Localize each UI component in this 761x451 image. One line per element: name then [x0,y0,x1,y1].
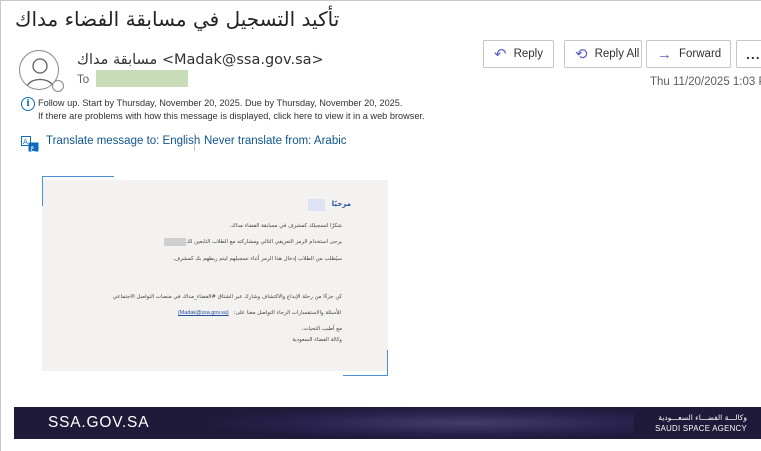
body-line-2: يرجى استخدام الرمز التعريفي التالي ومشار… [176,239,342,245]
svg-text:A: A [23,138,28,146]
body-line-5: للأسئلة والاستفسارات الرجاء التواصل معنا… [233,310,341,316]
banner-background [214,407,634,439]
banner-url[interactable]: SSA.GOV.SA [48,414,149,432]
info-icon: i [21,97,35,111]
more-actions-button[interactable]: ... [736,40,761,68]
forward-button[interactable]: → Forward [646,40,731,68]
message-subject: تأكيد التسجيل في مسابقة الفضاء مداك [15,7,340,31]
reply-button[interactable]: ↶ Reply [483,40,554,68]
follow-up-info: Follow up. Start by Thursday, November 2… [38,98,403,108]
body-line-3: سيُطلب من الطلاب إدخال هذا الرمز أثناء ت… [172,256,342,262]
reply-all-button[interactable]: ⟲ Reply All [564,40,642,68]
reply-all-label: Reply All [594,48,640,60]
body-line-7: وكالة الفضاء السعودية [292,337,342,343]
body-line-4: كن جزءًا من رحلة الإبداع والاكتشاف وشارك… [112,294,342,300]
body-line-6: مع أطيب التحيات، [301,326,342,332]
view-in-browser-link[interactable]: If there are problems with how this mess… [38,111,425,121]
forward-icon: → [657,45,672,63]
name-redacted [308,199,325,211]
code-redacted [164,238,186,246]
contact-email-link[interactable]: (Madak@ssa.gov.sa) [178,310,229,316]
message-date: Thu 11/20/2025 1:03 P [650,76,761,88]
reply-icon: ↶ [494,45,507,63]
more-actions-icon: ... [746,46,761,62]
recipient-redacted [96,70,188,87]
never-translate-link[interactable]: Never translate from: Arabic [204,135,347,147]
crop-mark [42,176,43,206]
translate-separator [194,133,195,151]
to-label: To [77,74,90,86]
presence-status-icon [52,80,64,92]
crop-mark [387,350,388,376]
sender-name[interactable]: مسابقة مداك <Madak@ssa.gov.sa> [77,52,324,68]
translate-message-link[interactable]: Translate message to: English [46,135,200,147]
agency-name-arabic: وكالـــة الفضـــاء السعـــودية [658,413,747,422]
body-line-1: شكرًا لتسجيلك كمشرف في مسابقة الفضاء مدا… [229,223,342,229]
agency-name-english: SAUDI SPACE AGENCY [655,424,747,433]
reply-all-icon: ⟲ [575,45,588,63]
reply-label: Reply [513,48,543,60]
crop-mark [343,375,388,376]
translate-icon: A ع [21,136,39,152]
forward-label: Forward [679,48,722,60]
body-greeting: مرحبًا [331,200,351,208]
crop-mark [42,176,114,177]
